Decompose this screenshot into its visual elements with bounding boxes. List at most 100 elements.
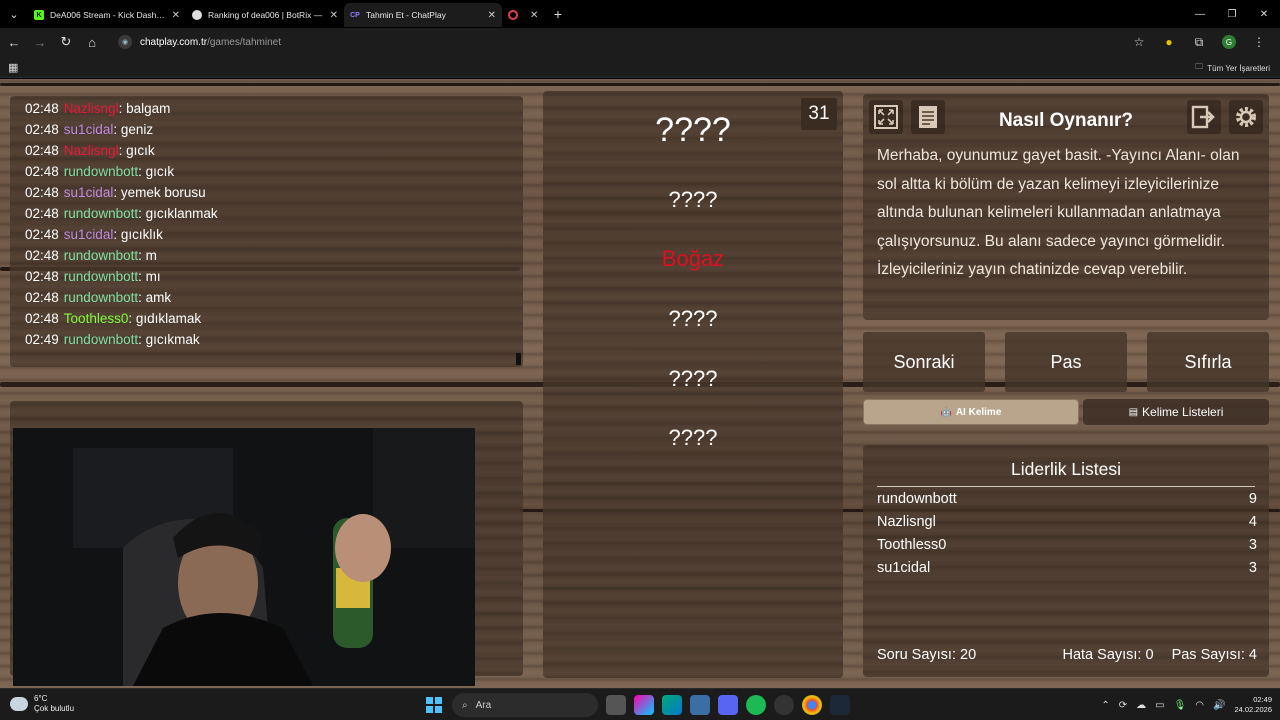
- apps-grid-icon[interactable]: ▦: [8, 61, 18, 74]
- tab-kick-dashboard[interactable]: K DeA006 Stream - Kick Dashboa ✕: [28, 3, 186, 27]
- temperature: 6°C: [34, 694, 48, 703]
- clock[interactable]: 02:49 24.02.2026: [1234, 695, 1272, 715]
- extensions-puzzle-icon[interactable]: ⧉: [1184, 35, 1214, 50]
- player-score: 3: [1248, 537, 1257, 553]
- webcam-overlay: [13, 428, 475, 686]
- weather-widget[interactable]: 6°C Çok bulutlu: [10, 694, 74, 714]
- chat-username[interactable]: Nazlisngl: [64, 101, 119, 116]
- home-icon[interactable]: ⌂: [80, 30, 104, 54]
- botrix-icon: [192, 10, 202, 20]
- ai-word-label: AI Kelime: [955, 406, 1002, 418]
- chat-username[interactable]: rundownbott: [64, 248, 138, 263]
- pass-button[interactable]: Pas: [1005, 332, 1127, 392]
- exit-icon[interactable]: [1187, 100, 1221, 134]
- menu-kebab-icon[interactable]: ⋮: [1244, 35, 1274, 49]
- task-view-icon[interactable]: [606, 695, 626, 715]
- leaderboard-panel: Liderlik Listesi rundownbott 9 Nazlisngl 4 T…: [863, 445, 1269, 677]
- chat-timestamp: 02:48: [25, 185, 59, 200]
- profile-avatar[interactable]: G: [1222, 35, 1236, 49]
- chat-text: : amk: [138, 290, 172, 305]
- bookmark-star-icon[interactable]: ☆: [1124, 35, 1154, 49]
- chrome-icon[interactable]: [802, 695, 822, 715]
- chat-username[interactable]: rundownbott: [64, 332, 138, 347]
- chat-username[interactable]: su1cidal: [64, 227, 114, 242]
- player-name: rundownbott: [877, 491, 957, 507]
- extension-badge-icon[interactable]: ●: [1154, 35, 1184, 49]
- restore-icon[interactable]: ❐: [1216, 0, 1248, 28]
- settings-gear-icon[interactable]: [1229, 100, 1263, 134]
- chat-text: : gıcık: [118, 143, 155, 158]
- taskbar-search[interactable]: ⌕ Ara: [452, 693, 598, 717]
- tab-search-chevron-icon[interactable]: ⌄: [0, 0, 28, 28]
- close-tab-icon[interactable]: ✕: [530, 10, 538, 21]
- leaderboard-row: Nazlisngl 4: [877, 514, 1257, 537]
- volume-icon[interactable]: 🔊: [1213, 700, 1225, 711]
- search-icon: ⌕: [462, 699, 468, 711]
- game-stats: Soru Sayısı: 20 Hata Sayısı: 0 Pas Sayıs…: [877, 647, 1257, 663]
- close-tab-icon[interactable]: ✕: [330, 10, 338, 21]
- tab-title: Tahmin Et - ChatPlay: [366, 10, 446, 20]
- chat-message: 02:48 rundownbott: m: [25, 245, 508, 266]
- forward-icon[interactable]: →: [28, 30, 52, 54]
- site-info-icon[interactable]: ◉: [118, 35, 132, 49]
- chat-message: 02:48 su1cidal: geniz: [25, 119, 508, 140]
- chat-username[interactable]: su1cidal: [64, 122, 114, 137]
- word-lists-button[interactable]: ▤ Kelime Listeleri: [1083, 399, 1269, 425]
- chat-username[interactable]: Nazlisngl: [64, 143, 119, 158]
- chat-scrollbar[interactable]: [516, 353, 521, 365]
- next-button[interactable]: Sonraki: [863, 332, 985, 392]
- reload-icon[interactable]: ↻: [54, 30, 78, 54]
- chat-username[interactable]: rundownbott: [64, 269, 138, 284]
- wood-crack: [0, 83, 1280, 86]
- system-tray: ⌃ ⟳ ☁ ▭ 🎙 ◠ 🔊 02:49 24.02.2026: [1101, 693, 1272, 717]
- ai-word-button[interactable]: 🤖 AI Kelime: [863, 399, 1079, 425]
- chat-username[interactable]: rundownbott: [64, 206, 138, 221]
- close-tab-icon[interactable]: ✕: [488, 10, 496, 21]
- new-tab-button[interactable]: +: [546, 6, 570, 22]
- microphone-icon[interactable]: 🎙: [1174, 700, 1187, 711]
- url-field[interactable]: ◉ chatplay.com.tr /games/tahminet: [112, 31, 1122, 53]
- forbidden-word: ????: [668, 187, 718, 212]
- chat-timestamp: 02:48: [25, 269, 59, 284]
- taskbar-apps: ⌕ Ara: [424, 693, 850, 717]
- record-icon: [508, 10, 518, 20]
- windows-taskbar: 6°C Çok bulutlu ⌕ Ara ⌃ ⟳ ☁ ▭ 🎙 ◠ 🔊 02:4…: [0, 688, 1280, 720]
- back-icon[interactable]: ←: [2, 30, 26, 54]
- leaderboard-title: Liderlik Listesi: [877, 459, 1255, 487]
- tray-chevron-icon[interactable]: ⌃: [1101, 700, 1109, 711]
- player-name: su1cidal: [877, 560, 931, 576]
- chat-username[interactable]: Toothless0: [64, 311, 129, 326]
- media-app-icon[interactable]: [774, 695, 794, 715]
- leaderboard-row: rundownbott 9: [877, 491, 1257, 514]
- close-tab-icon[interactable]: ✕: [172, 10, 180, 21]
- tab-recording[interactable]: ✕: [502, 3, 546, 27]
- player-score: 9: [1248, 491, 1257, 507]
- windows-start-icon[interactable]: [424, 695, 444, 715]
- edge-icon[interactable]: [662, 695, 682, 715]
- tab-botrix-ranking[interactable]: Ranking of dea006 | BotRix — ✕: [186, 3, 344, 27]
- reset-button[interactable]: Sıfırla: [1147, 332, 1269, 392]
- question-count: Soru Sayısı: 20: [877, 647, 977, 663]
- copilot-icon[interactable]: [634, 695, 654, 715]
- tab-tahmin-et[interactable]: CP Tahmin Et - ChatPlay ✕: [344, 3, 502, 27]
- sync-icon[interactable]: ⟳: [1119, 700, 1127, 711]
- wifi-icon[interactable]: ◠: [1195, 700, 1204, 711]
- steam-icon[interactable]: [830, 695, 850, 715]
- chat-username[interactable]: rundownbott: [64, 290, 138, 305]
- chat-username[interactable]: su1cidal: [64, 185, 114, 200]
- webcam-feed-image: [13, 428, 475, 686]
- cloud-tray-icon[interactable]: ☁: [1136, 700, 1146, 711]
- chat-message: 02:48 Nazlisngl: balgam: [25, 98, 508, 119]
- chat-list: 02:48 Nazlisngl: balgam 02:48 su1cidal: gen…: [25, 98, 508, 350]
- chat-timestamp: 02:48: [25, 122, 59, 137]
- close-window-icon[interactable]: ✕: [1248, 0, 1280, 28]
- network-icon[interactable]: ▭: [1155, 700, 1164, 711]
- all-bookmarks-button[interactable]: 🗀 Tüm Yer İşaretleri: [1195, 61, 1270, 75]
- store-icon[interactable]: [690, 695, 710, 715]
- minimize-icon[interactable]: —: [1184, 0, 1216, 28]
- chat-text: : gıcıkmak: [138, 332, 200, 347]
- spotify-icon[interactable]: [746, 695, 766, 715]
- chat-username[interactable]: rundownbott: [64, 164, 138, 179]
- chatplay-icon: CP: [350, 11, 360, 19]
- discord-icon[interactable]: [718, 695, 738, 715]
